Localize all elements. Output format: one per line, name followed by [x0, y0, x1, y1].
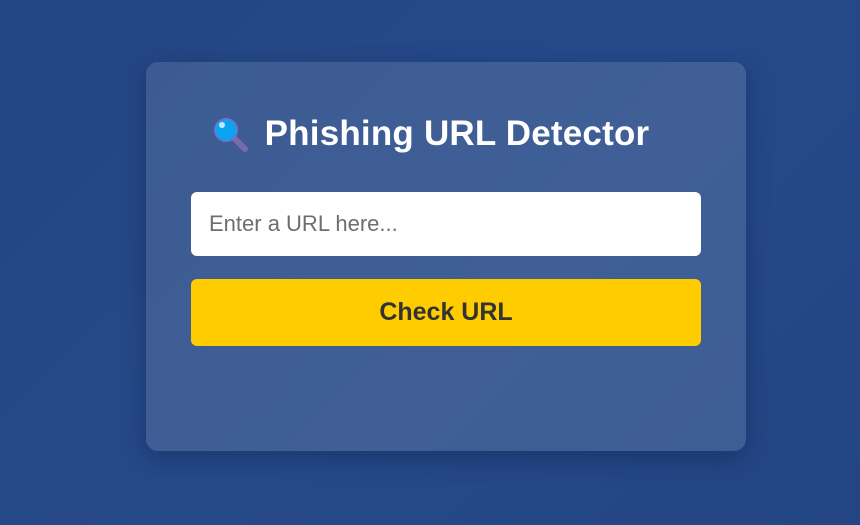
page-title: Phishing URL Detector	[264, 114, 650, 153]
check-url-button[interactable]: Check URL	[191, 279, 701, 346]
magnifying-glass-icon	[211, 115, 249, 153]
title-row: Phishing URL Detector	[0, 112, 860, 156]
url-input[interactable]	[191, 192, 701, 256]
